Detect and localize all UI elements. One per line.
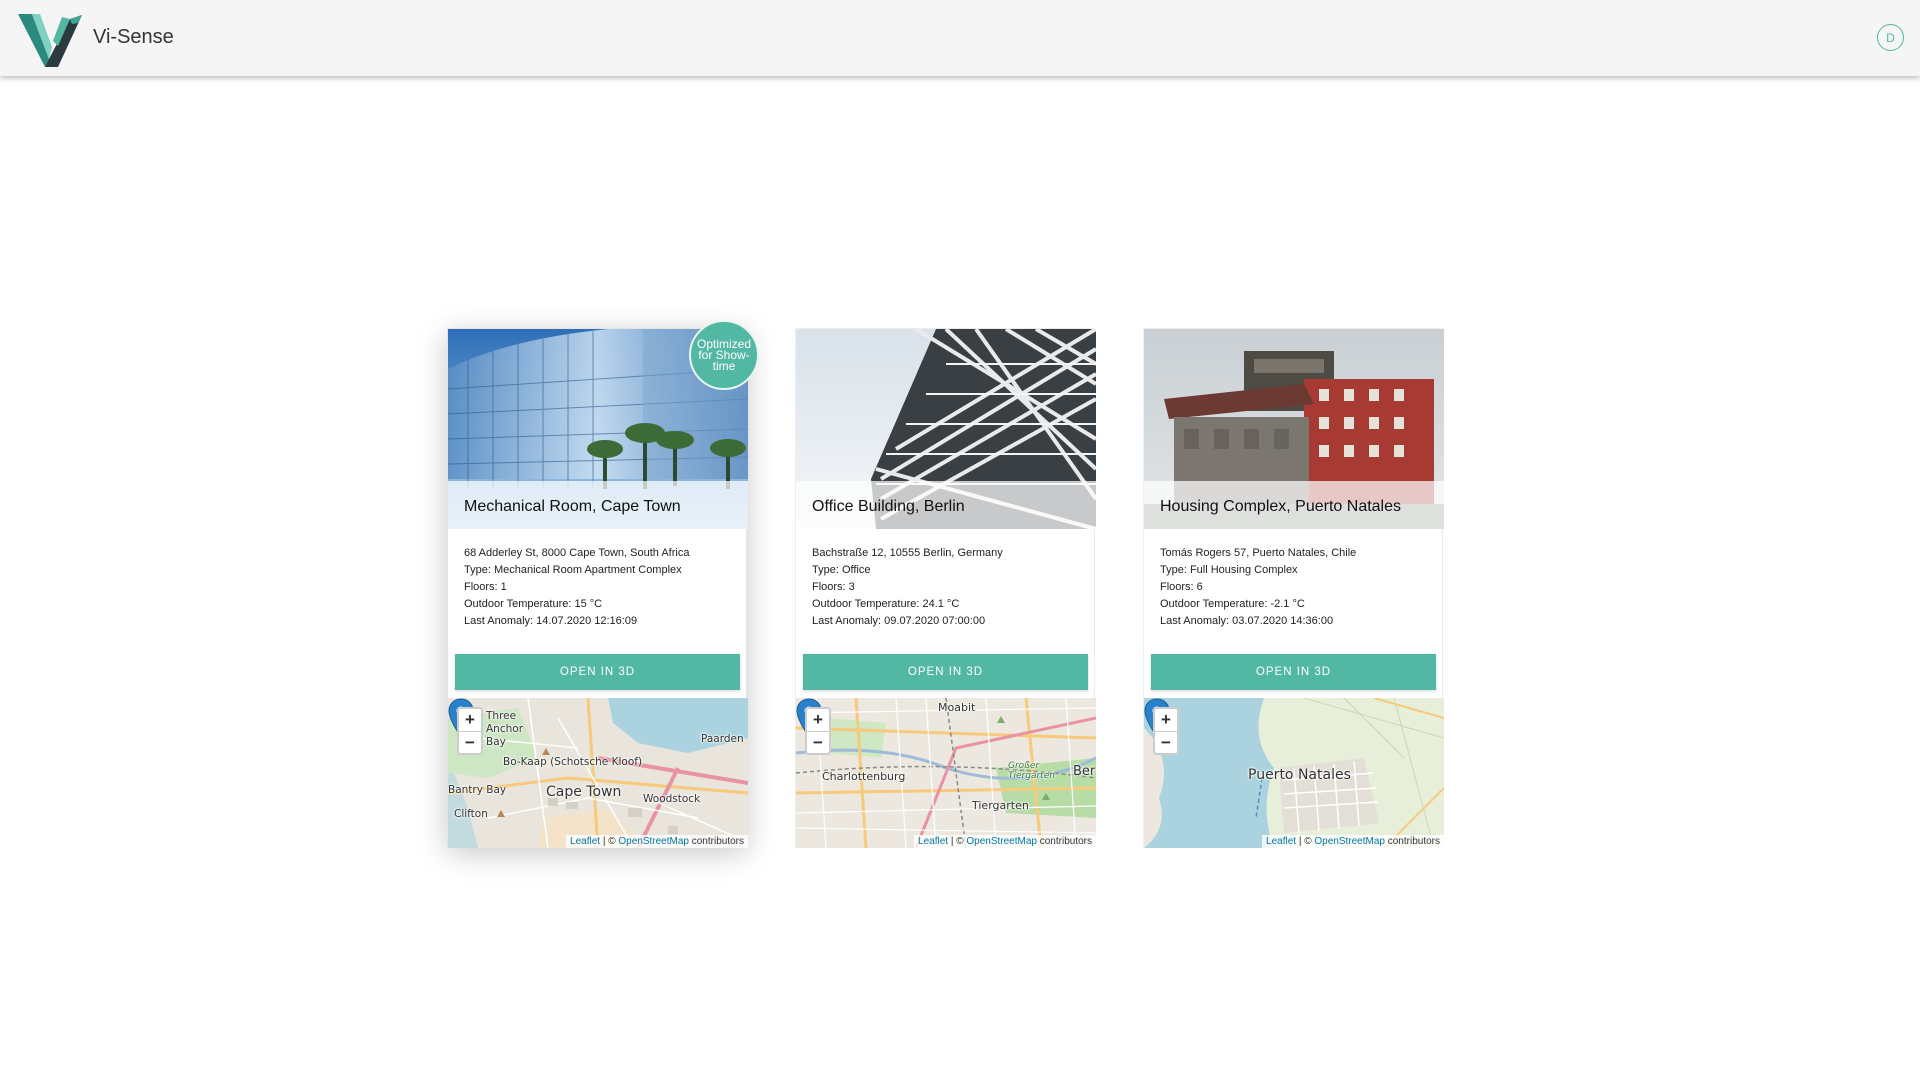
last-anomaly: Last Anomaly: 09.07.2020 07:00:00 xyxy=(812,615,986,627)
map-label: Paarden xyxy=(701,733,744,745)
floors: Floors: 1 xyxy=(464,581,507,593)
location-map[interactable]: Moabit Charlottenburg Tiergarten Großer … xyxy=(796,698,1096,848)
outdoor-temperature: Outdoor Temperature: 24.1 °C xyxy=(812,598,960,610)
map-attribution: Leaflet | © OpenStreetMap contributors xyxy=(566,835,748,848)
vi-sense-logo[interactable] xyxy=(18,11,83,67)
app-bar: Vi-Sense D xyxy=(0,0,1920,76)
card-title: Mechanical Room, Cape Town xyxy=(464,498,681,515)
openstreetmap-link[interactable]: OpenStreetMap xyxy=(966,836,1037,847)
open-in-3d-button[interactable]: OPEN IN 3D xyxy=(455,654,740,690)
zoom-control: + − xyxy=(457,707,483,755)
building-type: Type: Office xyxy=(812,564,871,576)
zoom-out-button[interactable]: − xyxy=(459,731,481,753)
building-type: Type: Mechanical Room Apartment Complex xyxy=(464,564,682,576)
openstreetmap-link[interactable]: OpenStreetMap xyxy=(1314,836,1385,847)
outdoor-temperature: Outdoor Temperature: -2.1 °C xyxy=(1160,598,1305,610)
app-title: Vi-Sense xyxy=(93,26,174,48)
card-details: Tomás Rogers 57, Puerto Natales, Chile T… xyxy=(1160,545,1356,630)
map-label: Moabit xyxy=(938,701,976,714)
address: 68 Adderley St, 8000 Cape Town, South Af… xyxy=(464,547,690,559)
building-card-cape-town: Mechanical Room, Cape Town Optimized for… xyxy=(447,320,759,848)
map-label: Tiergarten xyxy=(972,799,1029,812)
outdoor-temperature: Outdoor Temperature: 15 °C xyxy=(464,598,603,610)
optimized-badge: Optimized for Show-time xyxy=(689,320,759,390)
zoom-control: + − xyxy=(1153,707,1179,755)
location-map[interactable]: Three Anchor Bay Bo-Kaap (Schotsche Kloo… xyxy=(448,698,748,848)
card-details: Bachstraße 12, 10555 Berlin, Germany Typ… xyxy=(812,545,1003,630)
address: Tomás Rogers 57, Puerto Natales, Chile xyxy=(1160,547,1357,559)
floors: Floors: 6 xyxy=(1160,581,1203,593)
openstreetmap-link[interactable]: OpenStreetMap xyxy=(618,836,689,847)
user-avatar[interactable]: D xyxy=(1877,24,1904,51)
address: Bachstraße 12, 10555 Berlin, Germany xyxy=(812,547,1003,559)
last-anomaly: Last Anomaly: 03.07.2020 14:36:00 xyxy=(1160,615,1334,627)
building-card-puerto-natales: Housing Complex, Puerto Natales Tomás Ro… xyxy=(1143,328,1444,848)
map-label: Cape Town xyxy=(546,784,622,800)
map-attribution: Leaflet | © OpenStreetMap contributors xyxy=(914,835,1096,848)
last-anomaly: Last Anomaly: 14.07.2020 12:16:09 xyxy=(464,615,638,627)
map-label: Bo-Kaap (Schotsche Kloof) xyxy=(503,756,643,768)
card-details: 68 Adderley St, 8000 Cape Town, South Af… xyxy=(464,545,689,630)
open-in-3d-button[interactable]: OPEN IN 3D xyxy=(1151,654,1436,690)
map-label: Großer Tiergarten xyxy=(1008,761,1055,781)
map-label: Charlottenburg xyxy=(822,770,906,783)
leaflet-link[interactable]: Leaflet xyxy=(570,836,600,847)
zoom-out-button[interactable]: − xyxy=(1155,731,1177,753)
open-in-3d-button[interactable]: OPEN IN 3D xyxy=(803,654,1088,690)
location-map[interactable]: Puerto Natales + − Leaflet | © OpenStree… xyxy=(1144,698,1444,848)
map-label: Puerto Natales xyxy=(1248,767,1351,783)
building-type: Type: Full Housing Complex xyxy=(1160,564,1298,576)
leaflet-link[interactable]: Leaflet xyxy=(918,836,948,847)
floors: Floors: 3 xyxy=(812,581,855,593)
map-label: Bantry Bay xyxy=(448,784,507,796)
map-label: Three Anchor Bay xyxy=(486,710,524,748)
map-label: Woodstock xyxy=(643,793,701,805)
zoom-out-button[interactable]: − xyxy=(807,731,829,753)
card-title: Office Building, Berlin xyxy=(812,498,965,515)
map-attribution: Leaflet | © OpenStreetMap contributors xyxy=(1262,835,1444,848)
card-title: Housing Complex, Puerto Natales xyxy=(1160,498,1402,515)
zoom-in-button[interactable]: + xyxy=(807,709,829,731)
building-card-berlin: Office Building, Berlin Bachstraße 12, 1… xyxy=(795,328,1096,848)
leaflet-link[interactable]: Leaflet xyxy=(1266,836,1296,847)
map-label: Clifton xyxy=(454,808,488,820)
zoom-in-button[interactable]: + xyxy=(1155,709,1177,731)
zoom-in-button[interactable]: + xyxy=(459,709,481,731)
zoom-control: + − xyxy=(805,707,831,755)
map-label: Ber xyxy=(1073,764,1096,779)
